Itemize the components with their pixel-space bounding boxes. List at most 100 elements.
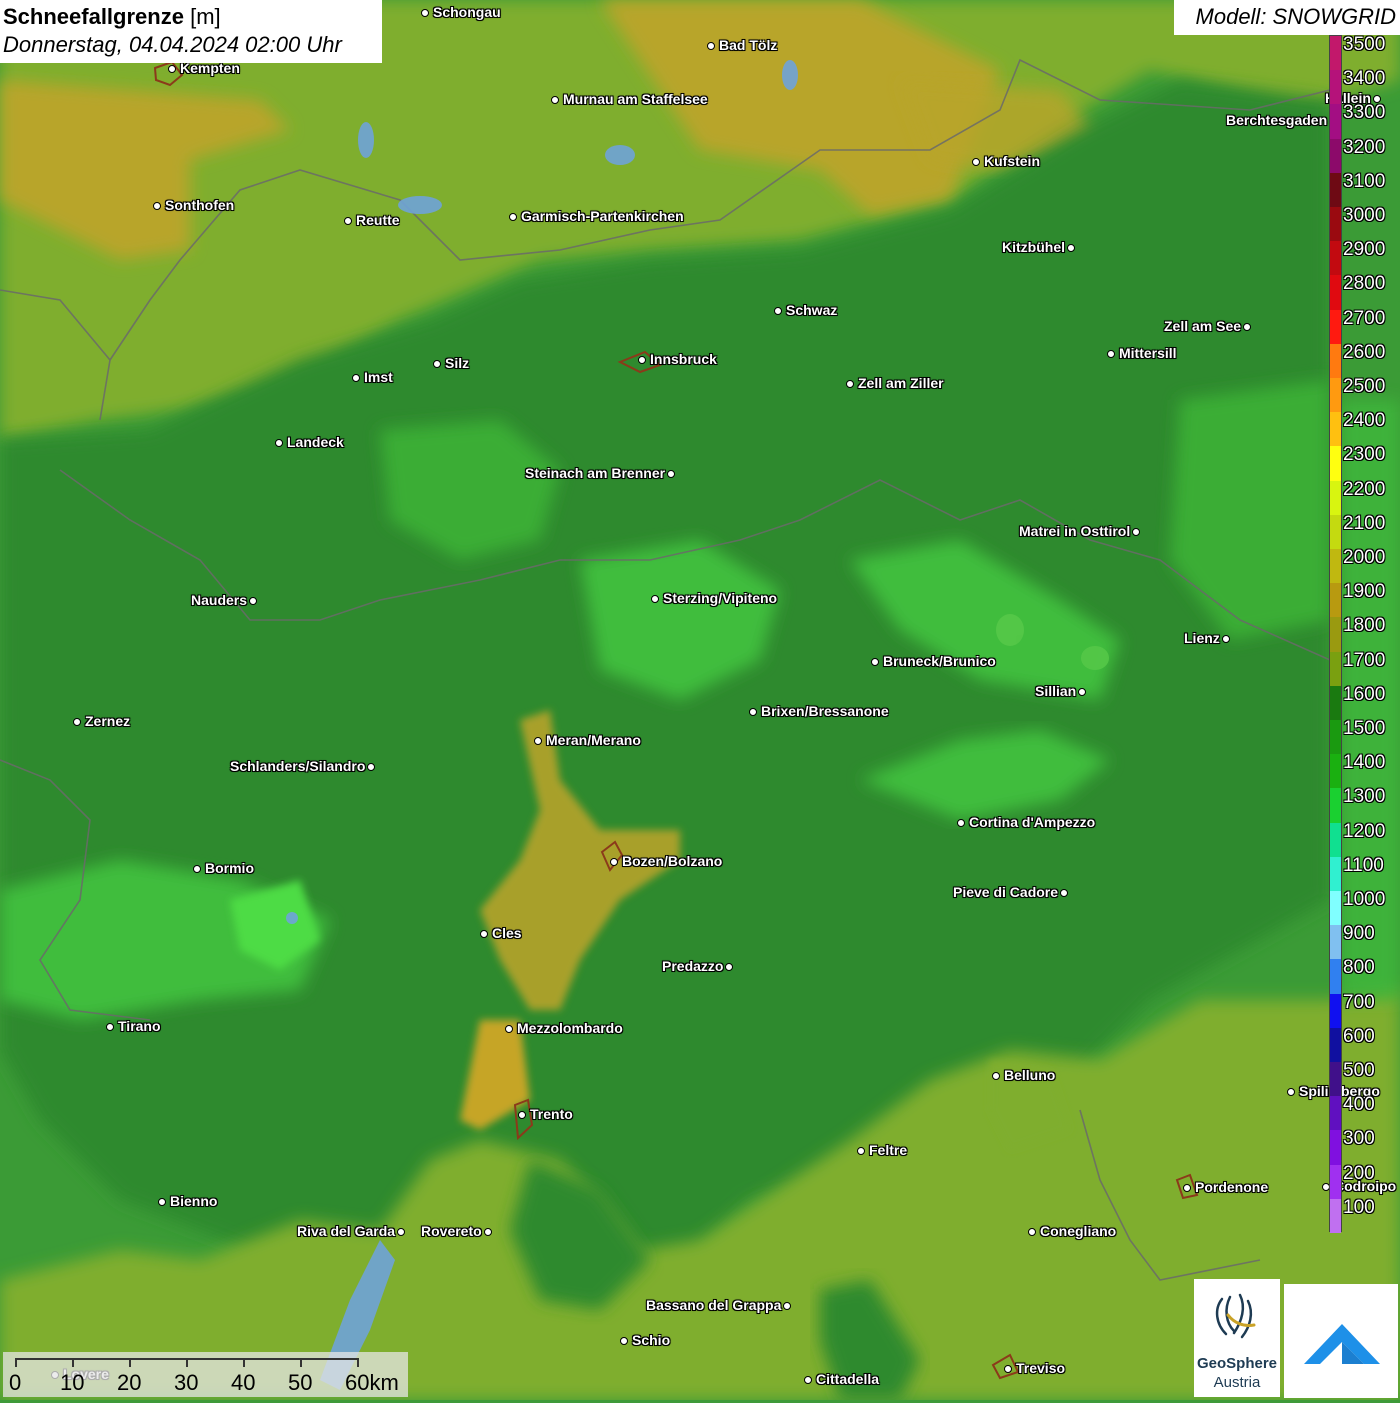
city-label: Zell am Ziller: [858, 375, 944, 391]
city-label: Meran/Merano: [546, 732, 641, 748]
city-marker: [1078, 688, 1086, 696]
city-marker: [857, 1147, 865, 1155]
scale-tick: [357, 1358, 359, 1367]
city-marker: [421, 9, 429, 17]
city-label: Schlanders/Silandro: [230, 758, 366, 774]
scale-label: 60km: [345, 1370, 399, 1395]
legend-label: 300: [1343, 1128, 1375, 1150]
legend-swatch: [1330, 36, 1341, 71]
legend-swatch: [1330, 172, 1341, 208]
city-marker: [783, 1302, 791, 1310]
legend-swatch: [1330, 1062, 1341, 1097]
city-marker: [620, 1337, 628, 1345]
scale-tick: [300, 1358, 302, 1367]
model-label: Modell: SNOWGRID: [1174, 0, 1400, 35]
city-label: Cles: [492, 925, 522, 941]
city-label: Landeck: [287, 434, 344, 450]
legend-swatch: [1330, 480, 1341, 516]
city-marker: [871, 658, 879, 666]
city-label: Garmisch-Partenkirchen: [521, 208, 684, 224]
city-marker: [992, 1072, 1000, 1080]
city-label: Lienz: [1184, 630, 1220, 646]
map-title-box: Schneefallgrenze [m] Donnerstag, 04.04.2…: [0, 0, 382, 63]
legend-label: 1000: [1343, 889, 1386, 910]
mountain-app-icon: [1304, 1324, 1380, 1364]
legend-label: 1100: [1343, 854, 1384, 876]
city-label: Bormio: [205, 860, 254, 876]
legend-color-bar: [1329, 35, 1342, 1234]
city-marker: [484, 1228, 492, 1236]
city-marker: [638, 356, 646, 364]
legend-label: 200: [1343, 1162, 1375, 1184]
legend-label: 2900: [1343, 239, 1386, 261]
city-marker: [1243, 323, 1251, 331]
city-label: Zernez: [85, 713, 131, 729]
city-label: Cortina d'Ampezzo: [969, 814, 1096, 830]
legend-label: 1500: [1343, 718, 1386, 739]
legend-swatch: [1330, 1096, 1341, 1131]
city-label: Murnau am Staffelsee: [563, 91, 708, 107]
city-label: Riva del Garda: [297, 1223, 396, 1239]
legend-swatch: [1330, 378, 1341, 413]
legend-label: 2100: [1343, 512, 1386, 534]
legend-label: 1900: [1343, 581, 1386, 603]
city-marker: [774, 307, 782, 315]
scale-tick: [243, 1358, 245, 1367]
geosphere-emblem-icon: [1215, 1293, 1256, 1339]
legend-label: 2400: [1343, 410, 1386, 432]
legend-swatch: [1330, 856, 1341, 892]
legend-swatch: [1330, 138, 1341, 174]
scale-tick: [72, 1358, 74, 1367]
legend-label: 1400: [1343, 752, 1386, 774]
city-marker: [551, 96, 559, 104]
city-marker: [397, 1228, 405, 1236]
city-marker: [158, 1198, 166, 1206]
city-marker: [193, 865, 201, 873]
legend-label: 2000: [1343, 547, 1386, 568]
scale-bar: 0 10 20 30 40 50 60km: [3, 1352, 408, 1397]
city-marker: [651, 595, 659, 603]
city-label: Sonthofen: [165, 197, 235, 213]
city-label: Bozen/Bolzano: [622, 853, 723, 869]
legend-swatch: [1330, 1198, 1341, 1234]
city-label: Conegliano: [1040, 1223, 1117, 1239]
city-label: Imst: [364, 369, 393, 385]
city-label: Schongau: [433, 4, 501, 20]
city-marker: [725, 963, 733, 971]
legend-swatch: [1330, 720, 1341, 755]
city-marker: [249, 597, 257, 605]
legend-swatch: [1330, 70, 1341, 105]
city-marker: [846, 380, 854, 388]
city-label: Tirano: [118, 1018, 161, 1034]
city-label: Trento: [530, 1106, 573, 1122]
scale-tick: [129, 1358, 131, 1367]
legend-swatch: [1330, 104, 1341, 140]
city-label: Bad Tölz: [719, 37, 778, 53]
legend-label: 3100: [1343, 170, 1386, 192]
city-label: Pieve di Cadore: [953, 884, 1059, 900]
city-label: Kitzbühel: [1002, 239, 1065, 255]
city-label: Rovereto: [421, 1223, 482, 1239]
legend-label: 100: [1343, 1196, 1375, 1218]
city-label: Feltre: [869, 1142, 908, 1158]
legend-label: 1600: [1343, 683, 1386, 705]
scale-label: 20: [117, 1370, 142, 1395]
scale-tick: [186, 1358, 188, 1367]
city-label: Bienno: [170, 1193, 218, 1209]
legend-swatch: [1330, 788, 1341, 824]
city-label: Mezzolombardo: [517, 1020, 623, 1036]
legend-swatch: [1330, 343, 1341, 379]
city-label: Brixen/Bressanone: [761, 703, 889, 719]
city-marker: [1107, 350, 1115, 358]
city-marker: [344, 217, 352, 225]
legend-label: 3000: [1343, 205, 1386, 226]
legend-label: 2300: [1343, 444, 1386, 466]
scale-label: 30: [174, 1370, 199, 1395]
city-marker: [749, 708, 757, 716]
legend-label: 500: [1343, 1060, 1375, 1081]
legend-swatch: [1330, 891, 1341, 926]
city-marker: [153, 202, 161, 210]
city-label: Berchtesgaden: [1226, 112, 1328, 128]
legend-swatch: [1330, 514, 1341, 550]
legend-label: 400: [1343, 1094, 1375, 1116]
